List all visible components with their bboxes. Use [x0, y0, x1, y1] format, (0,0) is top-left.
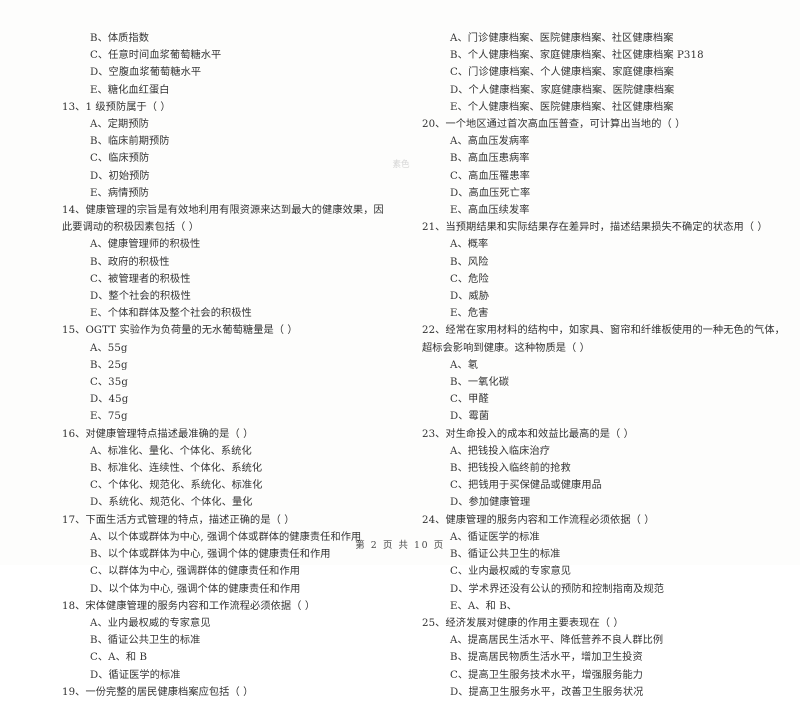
- option-item: B、体质指数: [90, 33, 150, 44]
- option-item: A、氡: [450, 359, 479, 371]
- question-14: 14、健康管理的宗旨是有效地利用有限资源来达到最大的健康效果，因此要调动的积极因…: [62, 202, 394, 322]
- option-item: A、标准化、量化、个体化、系统化: [90, 445, 252, 457]
- question-15: 15、OGTT 实验作为负荷量的无水葡萄糖量是（ ） A、55g B、25g C…: [62, 322, 394, 425]
- option-item: E、危害: [450, 308, 489, 320]
- question-stem: 14、健康管理的宗旨是有效地利用有限资源来达到最大的健康效果，因此要调动的积极因…: [62, 205, 384, 234]
- option-item: B、高血压患病率: [450, 153, 530, 165]
- question-23: 23、对生命投入的成本和效益比最高的是（ ） A、把钱投入临床治疗 B、把钱投入…: [410, 426, 790, 512]
- question-stem: 24、健康管理的服务内容和工作流程必须依据（ ）: [422, 514, 655, 526]
- option-item: A、55g: [90, 342, 128, 354]
- option-item: D、个人健康档案、家庭健康档案、医院健康档案: [450, 84, 675, 96]
- option-item: C、业内最权威的专家意见: [450, 566, 572, 578]
- option-item: D、整个社会的积极性: [90, 291, 191, 303]
- option-item: D、以个体为中心, 强调个体的健康责任和作用: [90, 583, 301, 595]
- option-item: E、糖化血红蛋白: [90, 84, 170, 96]
- option-item: D、45g: [90, 394, 129, 406]
- question-25: 25、经济发展对健康的作用主要表现在（ ） A、提高居民生活水平、降低营养不良人…: [410, 615, 790, 701]
- option-item: E、高血压续发率: [450, 205, 530, 217]
- option-item: B、政府的积极性: [90, 256, 170, 268]
- question-stem: 18、宋体健康管理的服务内容和工作流程必须依据（ ）: [62, 600, 316, 612]
- question-stem: 22、经常在家用材料的结构中，如家具、窗帘和纤维板使用的一种无色的气体，超标会影…: [422, 325, 785, 354]
- option-item: E、个体和群体及整个社会的积极性: [90, 308, 252, 320]
- question-24: 24、健康管理的服务内容和工作流程必须依据（ ） A、循证医学的标准 B、循证公…: [410, 512, 790, 615]
- option-item: C、任意时间血浆葡萄糖水平: [90, 50, 222, 62]
- option-item: B、标准化、连续性、个体化、系统化: [90, 463, 263, 475]
- option-item: D、威胁: [450, 291, 490, 303]
- question-stem: 19、一份完整的居民健康档案应包括（ ）: [62, 686, 254, 698]
- option-item: C、被管理者的积极性: [90, 273, 191, 285]
- option-item: B、把钱投入临终前的抢救: [450, 463, 571, 475]
- question-16: 16、对健康管理特点描述最准确的是（ ） A、标准化、量化、个体化、系统化 B、…: [62, 426, 394, 512]
- question-20: 20、一个地区通过首次高血压普查，可计算出当地的（ ） A、高血压发病率 B、高…: [410, 116, 790, 219]
- question-stem: 20、一个地区通过首次高血压普查，可计算出当地的（ ）: [422, 119, 686, 131]
- option-item: D、霉菌: [450, 411, 490, 423]
- option-item: C、A、和 B: [90, 652, 148, 664]
- option-item: C、危险: [450, 273, 489, 285]
- question-19: 19、一份完整的居民健康档案应包括（ ）: [62, 684, 394, 701]
- option-item: D、空腹血浆葡萄糖水平: [90, 67, 202, 79]
- option-item: D、初始预防: [90, 170, 150, 182]
- option-item: A、健康管理师的积极性: [90, 239, 201, 251]
- question-22: 22、经常在家用材料的结构中，如家具、窗帘和纤维板使用的一种无色的气体，超标会影…: [410, 322, 790, 425]
- option-item: C、高血压罹患率: [450, 170, 530, 182]
- option-item: B、循证公共卫生的标准: [90, 635, 201, 647]
- question-stem: 13、1 级预防属于（ ）: [62, 101, 171, 113]
- option-item: E、病情预防: [90, 187, 149, 199]
- option-item: D、系统化、规范化、个体化、量化: [90, 497, 253, 509]
- option-item: C、提高卫生服务技术水平，增强服务能力: [450, 669, 644, 681]
- option-item: D、学术界还没有公认的预防和控制指南及规范: [450, 583, 665, 595]
- question-stem: 23、对生命投入的成本和效益比最高的是（ ）: [422, 428, 634, 440]
- option-item: C、门诊健康档案、个人健康档案、家庭健康档案: [450, 67, 674, 79]
- right-column: A、门诊健康档案、医院健康档案、社区健康档案 B、个人健康档案、家庭健康档案、社…: [400, 30, 800, 698]
- option-item: B、25g: [90, 359, 128, 371]
- question-21: 21、当预期结果和实际结果存在差异时，描述结果损失不确定的状态用（ ） A、概率…: [410, 219, 790, 322]
- option-item: A、高血压发病率: [450, 136, 530, 148]
- option-item: A、提高居民生活水平、降低营养不良人群比例: [450, 635, 664, 647]
- option-item: E、75g: [90, 411, 128, 423]
- page-footer: 第 2 页 共 10 页: [355, 540, 445, 551]
- option-item: B、个人健康档案、家庭健康档案、社区健康档案 P318: [450, 50, 704, 62]
- question-stem: 16、对健康管理特点描述最准确的是（ ）: [62, 428, 254, 440]
- option-item: A、业内最权威的专家意见: [90, 617, 211, 629]
- option-item: B、风险: [450, 256, 489, 268]
- option-item: C、以群体为中心, 强调群体的健康责任和作用: [90, 566, 301, 578]
- exam-page: 素色 B、体质指数 C、任意时间血浆葡萄糖水平 D、空腹血浆葡萄糖水平 E、糖化…: [0, 0, 800, 698]
- option-item: A、概率: [450, 239, 489, 251]
- option-item: B、临床前期预防: [90, 136, 170, 148]
- question-18: 18、宋体健康管理的服务内容和工作流程必须依据（ ） A、业内最权威的专家意见 …: [62, 598, 394, 684]
- option-item: D、高血压死亡率: [450, 187, 531, 199]
- question-stem: 21、当预期结果和实际结果存在差异时，描述结果损失不确定的状态用（ ）: [422, 222, 768, 234]
- option-item: B、提高居民物质生活水平，增加卫生投资: [450, 652, 643, 664]
- question-stem: 17、下面生活方式管理的特点，描述正确的是（ ）: [62, 514, 295, 526]
- question-stem: 25、经济发展对健康的作用主要表现在（ ）: [422, 617, 624, 629]
- option-item: A、把钱投入临床治疗: [450, 445, 551, 457]
- option-item: E、A、和 B、: [450, 600, 518, 612]
- question-17: 17、下面生活方式管理的特点，描述正确的是（ ） A、以个体或群体为中心, 强调…: [62, 512, 394, 598]
- option-item: C、临床预防: [90, 153, 150, 165]
- option-item: C、个体化、规范化、系统化、标准化: [90, 480, 263, 492]
- question-stem: 15、OGTT 实验作为负荷量的无水葡萄糖量是（ ）: [62, 325, 298, 337]
- option-item: E、个人健康档案、医院健康档案、社区健康档案: [450, 101, 674, 113]
- question-13: 13、1 级预防属于（ ） A、定期预防 B、临床前期预防 C、临床预防 D、初…: [62, 99, 394, 202]
- two-column-body: B、体质指数 C、任意时间血浆葡萄糖水平 D、空腹血浆葡萄糖水平 E、糖化血红蛋…: [0, 30, 800, 698]
- option-item: A、门诊健康档案、医院健康档案、社区健康档案: [450, 33, 674, 44]
- option-item: B、一氧化碳: [450, 377, 510, 389]
- option-item: C、35g: [90, 377, 128, 389]
- option-item: C、甲醛: [450, 394, 489, 406]
- option-item: D、循证医学的标准: [90, 669, 181, 681]
- option-item: A、定期预防: [90, 119, 149, 131]
- option-item: D、参加健康管理: [450, 497, 531, 509]
- left-column: B、体质指数 C、任意时间血浆葡萄糖水平 D、空腹血浆葡萄糖水平 E、糖化血红蛋…: [0, 30, 400, 698]
- option-item: C、把钱用于买保健品或健康用品: [450, 480, 602, 492]
- option-item: D、提高卫生服务水平，改善卫生服务状况: [450, 686, 644, 698]
